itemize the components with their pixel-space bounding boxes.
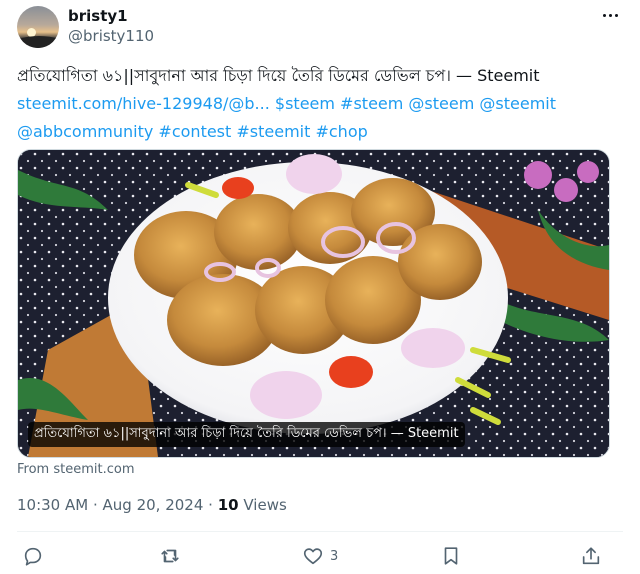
avatar-hill [17,36,59,48]
card-source[interactable]: From steemit.com [17,462,134,477]
avatar[interactable] [17,6,59,48]
tweet-header: bristy1 @bristy110 [17,6,623,50]
views-count: 10 [217,496,239,514]
like-count: 3 [330,548,339,564]
share-icon [582,547,600,565]
bookmark-button[interactable] [440,543,462,569]
share-button[interactable] [580,543,602,569]
tweet-tags-2[interactable]: @abbcommunity #contest #steemit #chop [17,118,617,146]
card-image [18,150,609,457]
repost-button[interactable] [159,543,181,569]
tweet-text: প্রতিযোগিতা ৬১||সাবুদানা আর চিড়া দিয়ে … [17,62,617,146]
author-name[interactable]: bristy1 [68,7,128,25]
author-handle[interactable]: @bristy110 [68,27,154,45]
reply-icon [24,547,42,566]
card-caption: প্রতিযোগিতা ৬১||সাবুদানা আর চিড়া দিয়ে … [28,422,465,447]
reply-button[interactable] [22,543,44,569]
more-options-icon[interactable] [601,8,621,24]
like-icon [303,548,323,565]
action-bar: 3 [17,543,623,569]
link-card[interactable]: প্রতিযোগিতা ৬১||সাবুদানা আর চিড়া দিয়ে … [17,149,610,458]
bookmark-icon [444,547,458,565]
tweet-link[interactable]: steemit.com/hive-129948/@b... [17,94,270,113]
tweet-links-line: steemit.com/hive-129948/@b... $steem #st… [17,90,617,118]
divider [17,531,623,532]
meta-separator: · [92,496,103,514]
tweet-text-line: প্রতিযোগিতা ৬১||সাবুদানা আর চিড়া দিয়ে … [17,66,540,85]
meta-separator: · [208,496,218,514]
repost-icon [161,549,179,563]
like-button[interactable]: 3 [302,543,338,569]
tweet-meta: 10:30 AM · Aug 20, 2024 · 10 Views [17,496,287,514]
views-label: Views [243,496,287,514]
tweet-tags-1[interactable]: $steem #steem @steem @steemit [275,94,556,113]
tweet-date[interactable]: Aug 20, 2024 [103,496,204,514]
tweet-time[interactable]: 10:30 AM [17,496,88,514]
